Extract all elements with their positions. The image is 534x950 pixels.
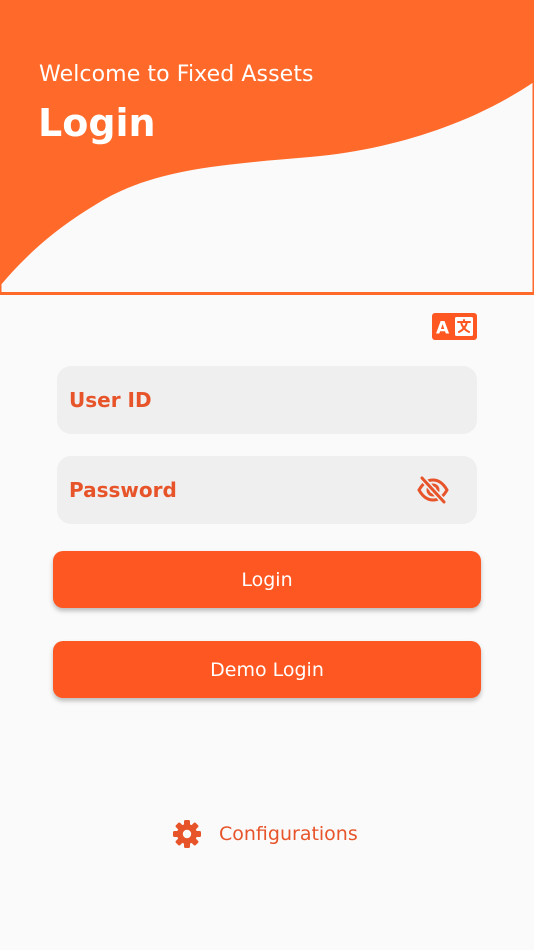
page-title: Login bbox=[38, 101, 156, 145]
configurations-label: Configurations bbox=[219, 823, 358, 845]
gear-icon bbox=[173, 820, 201, 848]
language-button[interactable]: A bbox=[432, 313, 477, 340]
welcome-text: Welcome to Fixed Assets bbox=[39, 62, 314, 87]
user-id-field[interactable] bbox=[57, 366, 477, 434]
translate-icon: A bbox=[436, 317, 473, 339]
user-id-input[interactable] bbox=[57, 366, 477, 434]
login-button[interactable]: Login bbox=[53, 551, 481, 608]
demo-login-button[interactable]: Demo Login bbox=[53, 641, 481, 698]
configurations-link[interactable]: Configurations bbox=[172, 818, 358, 850]
eye-off-icon[interactable] bbox=[417, 475, 449, 505]
header-wave-shape bbox=[0, 0, 534, 295]
svg-text:A: A bbox=[436, 319, 450, 339]
password-input[interactable] bbox=[57, 456, 477, 524]
password-field[interactable] bbox=[57, 456, 477, 524]
login-screen: Welcome to Fixed Assets Login A Login De… bbox=[0, 0, 534, 950]
header-banner: Welcome to Fixed Assets Login bbox=[0, 0, 534, 295]
